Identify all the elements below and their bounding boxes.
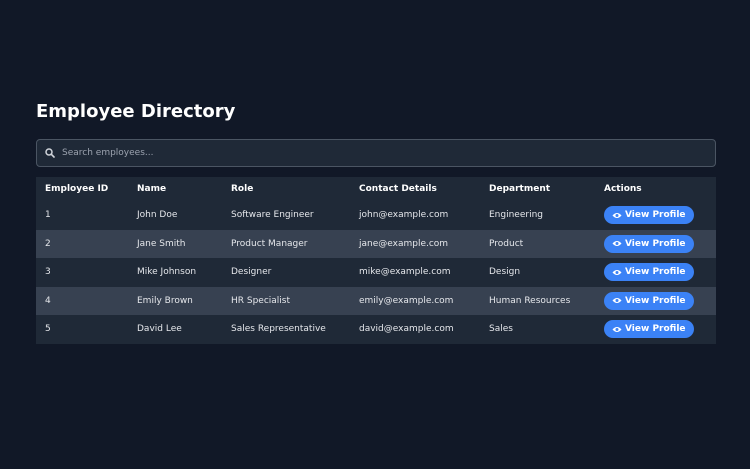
cell-name: Jane Smith: [128, 229, 222, 258]
table-row: 2 Jane Smith Product Manager jane@exampl…: [36, 229, 716, 258]
view-profile-label: View Profile: [625, 324, 686, 335]
header-name: Name: [128, 177, 222, 201]
cell-role: Software Engineer: [222, 201, 350, 230]
cell-department: Design: [480, 258, 595, 287]
header-employee-id: Employee ID: [36, 177, 128, 201]
cell-department: Engineering: [480, 201, 595, 230]
view-profile-button[interactable]: View Profile: [604, 234, 694, 253]
header-contact: Contact Details: [350, 177, 480, 201]
eye-icon: [612, 326, 622, 333]
view-profile-label: View Profile: [625, 267, 686, 278]
view-profile-label: View Profile: [625, 238, 686, 249]
cell-employee-id: 2: [36, 229, 128, 258]
cell-employee-id: 3: [36, 258, 128, 287]
cell-actions: View Profile: [595, 258, 716, 287]
cell-name: John Doe: [128, 201, 222, 230]
header-department: Department: [480, 177, 595, 201]
search-input[interactable]: [62, 141, 662, 165]
cell-employee-id: 5: [36, 315, 128, 344]
view-profile-button[interactable]: View Profile: [604, 263, 694, 282]
table-row: 5 David Lee Sales Representative david@e…: [36, 315, 716, 344]
cell-contact: emily@example.com: [350, 286, 480, 315]
cell-actions: View Profile: [595, 201, 716, 230]
view-profile-button[interactable]: View Profile: [604, 291, 694, 310]
cell-employee-id: 4: [36, 286, 128, 315]
cell-contact: david@example.com: [350, 315, 480, 344]
table-row: 3 Mike Johnson Designer mike@example.com…: [36, 258, 716, 287]
cell-department: Product: [480, 229, 595, 258]
cell-role: Sales Representative: [222, 315, 350, 344]
table-row: 1 John Doe Software Engineer john@exampl…: [36, 201, 716, 230]
header-actions: Actions: [595, 177, 716, 201]
cell-department: Human Resources: [480, 286, 595, 315]
cell-actions: View Profile: [595, 315, 716, 344]
cell-contact: john@example.com: [350, 201, 480, 230]
cell-contact: mike@example.com: [350, 258, 480, 287]
eye-icon: [612, 269, 622, 276]
employee-directory: Employee Directory Employee ID Name Role…: [36, 100, 716, 344]
search-bar[interactable]: [36, 139, 716, 167]
eye-icon: [612, 212, 622, 219]
header-role: Role: [222, 177, 350, 201]
view-profile-label: View Profile: [625, 295, 686, 306]
employee-table: Employee ID Name Role Contact Details De…: [36, 177, 716, 344]
cell-name: David Lee: [128, 315, 222, 344]
table-row: 4 Emily Brown HR Specialist emily@exampl…: [36, 286, 716, 315]
cell-actions: View Profile: [595, 286, 716, 315]
cell-name: Mike Johnson: [128, 258, 222, 287]
cell-contact: jane@example.com: [350, 229, 480, 258]
cell-employee-id: 1: [36, 201, 128, 230]
cell-department: Sales: [480, 315, 595, 344]
cell-role: Designer: [222, 258, 350, 287]
eye-icon: [612, 297, 622, 304]
table-header-row: Employee ID Name Role Contact Details De…: [36, 177, 716, 201]
view-profile-label: View Profile: [625, 210, 686, 221]
search-icon: [45, 148, 55, 158]
page-title: Employee Directory: [36, 101, 236, 122]
view-profile-button[interactable]: View Profile: [604, 320, 694, 339]
cell-role: Product Manager: [222, 229, 350, 258]
eye-icon: [612, 240, 622, 247]
view-profile-button[interactable]: View Profile: [604, 206, 694, 225]
cell-name: Emily Brown: [128, 286, 222, 315]
cell-role: HR Specialist: [222, 286, 350, 315]
cell-actions: View Profile: [595, 229, 716, 258]
